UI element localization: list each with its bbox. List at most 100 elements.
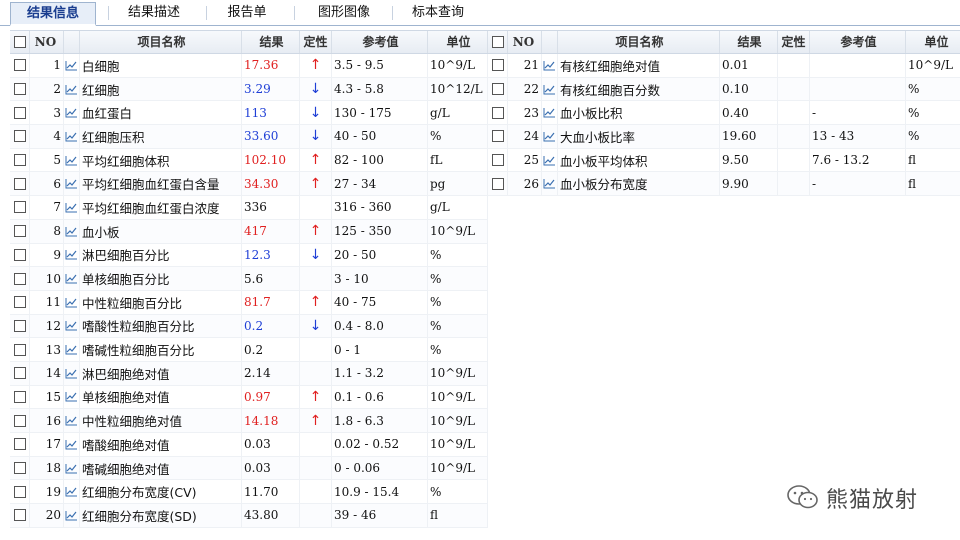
- flag-arrow: ↑: [300, 385, 332, 409]
- table-row[interactable]: 14 淋巴细胞绝对值 2.14 1.1 - 3.2 10^9/L: [10, 361, 488, 386]
- table-row[interactable]: 1 白细胞 17.36 ↑ 3.5 - 9.5 10^9/L: [10, 54, 488, 78]
- table-row[interactable]: 7 平均红细胞血红蛋白浓度 336 316 - 360 g/L: [10, 196, 488, 220]
- table-row[interactable]: 6 平均红细胞血红蛋白含量 34.30 ↑ 27 - 34 pg: [10, 172, 488, 197]
- table-row[interactable]: 21 有核红细胞绝对值 0.01 10^9/L: [488, 54, 960, 78]
- trend-chart-icon[interactable]: [542, 125, 558, 148]
- trend-chart-icon[interactable]: [64, 290, 80, 314]
- trend-chart-icon[interactable]: [64, 433, 80, 456]
- table-row[interactable]: 17 嗜酸细胞绝对值 0.03 0.02 - 0.52 10^9/L: [10, 433, 488, 457]
- result-value: 14.18: [242, 409, 300, 432]
- row-checkbox[interactable]: [10, 504, 30, 527]
- trend-chart-icon[interactable]: [64, 409, 80, 432]
- trend-chart-icon[interactable]: [64, 148, 80, 172]
- table-row[interactable]: 18 嗜碱细胞绝对值 0.03 0 - 0.06 10^9/L: [10, 456, 488, 481]
- tab-specimen-query[interactable]: 标本查询: [396, 2, 480, 24]
- trend-chart-icon[interactable]: [542, 101, 558, 125]
- table-row[interactable]: 26 血小板分布宽度 9.90 - fl: [488, 172, 960, 197]
- item-name: 单核细胞百分比: [80, 267, 242, 290]
- table-row[interactable]: 12 嗜酸性粒细胞百分比 0.2 ↓ 0.4 - 8.0%: [10, 314, 488, 339]
- trend-chart-icon[interactable]: [64, 504, 80, 527]
- row-checkbox[interactable]: [10, 409, 30, 432]
- row-checkbox[interactable]: [10, 456, 30, 480]
- reference-range: 82 - 100: [332, 148, 428, 172]
- table-row[interactable]: 10 单核细胞百分比 5.6 3 - 10%: [10, 267, 488, 291]
- unit: %: [428, 314, 488, 338]
- result-value: 0.2: [242, 338, 300, 361]
- row-checkbox[interactable]: [10, 148, 30, 172]
- row-checkbox[interactable]: [488, 54, 508, 77]
- trend-chart-icon[interactable]: [542, 54, 558, 77]
- table-row[interactable]: 19 红细胞分布宽度(CV) 11.70 10.9 - 15.4%: [10, 480, 488, 505]
- row-checkbox[interactable]: [10, 101, 30, 125]
- table-row[interactable]: 4 红细胞压积 33.60 ↓ 40 - 50%: [10, 125, 488, 149]
- trend-chart-icon[interactable]: [64, 243, 80, 267]
- row-checkbox[interactable]: [10, 219, 30, 243]
- row-checkbox[interactable]: [488, 101, 508, 125]
- flag-arrow: [778, 101, 810, 125]
- unit: %: [428, 480, 488, 504]
- row-checkbox[interactable]: [10, 243, 30, 267]
- item-name: 红细胞分布宽度(SD): [80, 504, 242, 527]
- trend-chart-icon[interactable]: [64, 77, 80, 101]
- row-checkbox[interactable]: [10, 338, 30, 361]
- trend-chart-icon[interactable]: [64, 314, 80, 338]
- table-row[interactable]: 2 红细胞 3.29 ↓ 4.3 - 5.8 10^12/L: [10, 77, 488, 102]
- table-row[interactable]: 8 血小板 417 ↑ 125 - 350 10^9/L: [10, 219, 488, 244]
- row-checkbox[interactable]: [10, 480, 30, 504]
- row-checkbox[interactable]: [488, 172, 508, 196]
- table-row[interactable]: 11 中性粒细胞百分比 81.7 ↑ 40 - 75%: [10, 290, 488, 315]
- tab-report[interactable]: 报告单: [210, 2, 284, 24]
- select-all-checkbox[interactable]: [488, 31, 508, 53]
- table-row[interactable]: 20 红细胞分布宽度(SD) 43.80 39 - 46 fl: [10, 504, 488, 528]
- row-checkbox[interactable]: [488, 148, 508, 172]
- row-number: 12: [30, 314, 64, 338]
- tab-graphics[interactable]: 图形图像: [298, 2, 390, 24]
- table-row[interactable]: 16 中性粒细胞绝对值 14.18 ↑ 1.8 - 6.3 10^9/L: [10, 409, 488, 433]
- unit: g/L: [428, 101, 488, 125]
- table-row[interactable]: 22 有核红细胞百分数 0.10%: [488, 77, 960, 102]
- item-name: 平均红细胞血红蛋白浓度: [80, 196, 242, 219]
- trend-chart-icon[interactable]: [64, 267, 80, 290]
- row-checkbox[interactable]: [10, 172, 30, 196]
- table-row[interactable]: 23 血小板比积 0.40 -%: [488, 101, 960, 126]
- reference-range: 1.8 - 6.3: [332, 409, 428, 432]
- table-row[interactable]: 5 平均红细胞体积 102.10 ↑ 82 - 100 fL: [10, 148, 488, 173]
- row-checkbox[interactable]: [10, 290, 30, 314]
- row-checkbox[interactable]: [10, 433, 30, 456]
- row-checkbox[interactable]: [10, 77, 30, 101]
- row-checkbox[interactable]: [10, 54, 30, 77]
- row-checkbox[interactable]: [10, 314, 30, 338]
- item-name: 血小板比积: [558, 101, 720, 125]
- table-row[interactable]: 25 血小板平均体积 9.50 7.6 - 13.2 fl: [488, 148, 960, 173]
- trend-chart-icon[interactable]: [64, 125, 80, 148]
- trend-chart-icon[interactable]: [64, 196, 80, 219]
- table-row[interactable]: 24 大血小板比率 19.60 13 - 43%: [488, 125, 960, 149]
- trend-chart-icon[interactable]: [542, 148, 558, 172]
- tab-result-description[interactable]: 结果描述: [112, 2, 196, 24]
- row-checkbox[interactable]: [10, 267, 30, 290]
- select-all-checkbox[interactable]: [10, 31, 30, 53]
- table-row[interactable]: 15 单核细胞绝对值 0.97 ↑ 0.1 - 0.6 10^9/L: [10, 385, 488, 410]
- item-name: 嗜酸细胞绝对值: [80, 433, 242, 456]
- trend-chart-icon[interactable]: [64, 385, 80, 409]
- trend-chart-icon[interactable]: [64, 172, 80, 196]
- row-checkbox[interactable]: [488, 125, 508, 148]
- row-checkbox[interactable]: [10, 196, 30, 219]
- table-row[interactable]: 9 淋巴细胞百分比 12.3 ↓ 20 - 50%: [10, 243, 488, 268]
- trend-chart-icon[interactable]: [64, 219, 80, 243]
- row-checkbox[interactable]: [488, 77, 508, 101]
- trend-chart-icon[interactable]: [64, 456, 80, 480]
- trend-chart-icon[interactable]: [64, 480, 80, 504]
- row-checkbox[interactable]: [10, 125, 30, 148]
- row-checkbox[interactable]: [10, 385, 30, 409]
- trend-chart-icon[interactable]: [64, 101, 80, 125]
- trend-chart-icon[interactable]: [64, 338, 80, 361]
- trend-chart-icon[interactable]: [64, 54, 80, 77]
- row-checkbox[interactable]: [10, 361, 30, 385]
- trend-chart-icon[interactable]: [542, 77, 558, 101]
- table-row[interactable]: 13 嗜碱性粒细胞百分比 0.2 0 - 1%: [10, 338, 488, 362]
- trend-chart-icon[interactable]: [64, 361, 80, 385]
- tab-result-info[interactable]: 结果信息: [10, 2, 96, 26]
- table-row[interactable]: 3 血红蛋白 113 ↓ 130 - 175 g/L: [10, 101, 488, 126]
- trend-chart-icon[interactable]: [542, 172, 558, 196]
